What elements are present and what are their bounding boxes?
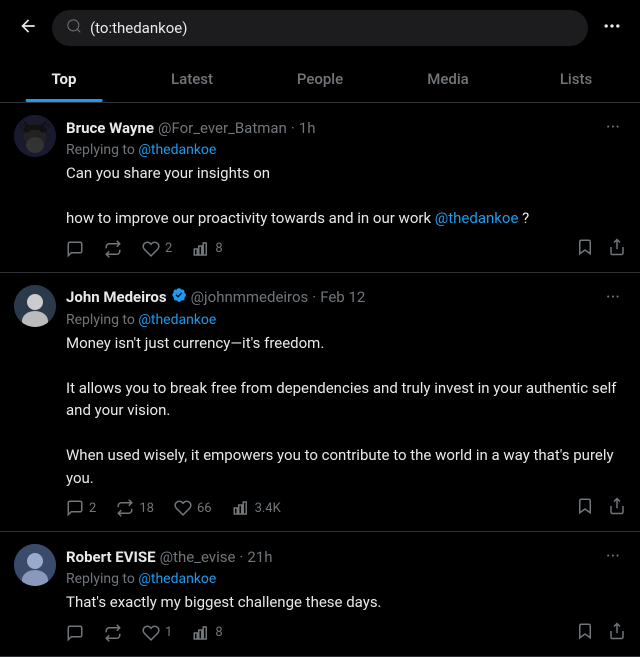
bookmark-button[interactable] xyxy=(576,622,594,644)
verified-badge xyxy=(171,287,187,307)
display-name: Robert EVISE xyxy=(66,548,156,566)
replying-to: Replying to @thedankoe xyxy=(66,312,626,328)
tweet-header: Robert EVISE @the_evise · 21h ··· xyxy=(66,544,626,569)
tweet-card: John Medeiros @johnmmedeiros · Feb 12 ··… xyxy=(0,273,640,533)
tweet-time: 1h xyxy=(299,119,316,137)
views-button[interactable]: 8 xyxy=(192,624,222,642)
retweet-button[interactable]: 18 xyxy=(116,499,154,517)
tweet-text: Can you share your insights on how to im… xyxy=(66,162,626,230)
tweet-meta: John Medeiros @johnmmedeiros · Feb 12 xyxy=(66,287,365,307)
retweet-button[interactable] xyxy=(104,624,122,642)
tweet-text: That's exactly my biggest challenge thes… xyxy=(66,591,626,614)
username: @For_ever_Batman xyxy=(158,119,287,137)
tweet-card: Robert EVISE @the_evise · 21h ··· Replyi… xyxy=(0,532,640,657)
more-options-button[interactable] xyxy=(598,12,626,45)
tweet-more-button[interactable]: ··· xyxy=(600,115,626,140)
retweet-button[interactable] xyxy=(104,240,122,258)
tweet-share-actions xyxy=(576,622,626,644)
header: (to:thedankoe) xyxy=(0,0,640,56)
share-button[interactable] xyxy=(608,238,626,260)
username: @the_evise xyxy=(160,548,236,566)
tweet-actions: 2 8 xyxy=(66,238,626,260)
avatar xyxy=(14,544,56,586)
like-button[interactable]: 2 xyxy=(142,240,172,258)
tweet-share-actions xyxy=(576,238,626,260)
views-button[interactable]: 8 xyxy=(192,240,222,258)
share-button[interactable] xyxy=(608,622,626,644)
reply-button[interactable]: 2 xyxy=(66,499,96,517)
reply-button[interactable] xyxy=(66,240,84,258)
search-bar[interactable]: (to:thedankoe) xyxy=(52,10,588,46)
tweet-time: Feb 12 xyxy=(320,288,365,306)
back-button[interactable] xyxy=(14,12,42,45)
like-button[interactable]: 1 xyxy=(142,624,172,642)
tab-media[interactable]: Media xyxy=(384,56,512,102)
tweet-card: Bruce Wayne @For_ever_Batman · 1h ··· Re… xyxy=(0,103,640,273)
display-name: Bruce Wayne xyxy=(66,119,154,137)
avatar xyxy=(14,285,56,327)
bookmark-button[interactable] xyxy=(576,238,594,260)
tweet-meta: Robert EVISE @the_evise · 21h xyxy=(66,548,272,566)
bookmark-button[interactable] xyxy=(576,497,594,519)
tweet-header: John Medeiros @johnmmedeiros · Feb 12 ··… xyxy=(66,285,626,310)
tabs-bar: Top Latest People Media Lists xyxy=(0,56,640,103)
tweet-more-button[interactable]: ··· xyxy=(600,544,626,569)
tweet-share-actions xyxy=(576,497,626,519)
tab-latest[interactable]: Latest xyxy=(128,56,256,102)
tweet-body: Robert EVISE @the_evise · 21h ··· Replyi… xyxy=(66,544,626,644)
tweet-actions: 1 8 xyxy=(66,622,626,644)
tab-top[interactable]: Top xyxy=(0,56,128,102)
search-icon xyxy=(66,18,82,38)
tweet-body: John Medeiros @johnmmedeiros · Feb 12 ··… xyxy=(66,285,626,520)
tweet-actions: 2 18 66 3.4K xyxy=(66,497,626,519)
display-name: John Medeiros xyxy=(66,288,167,306)
tab-lists[interactable]: Lists xyxy=(512,56,640,102)
tweet-text: Money isn't just currency—it's freedom. … xyxy=(66,332,626,490)
username: @johnmmedeiros xyxy=(191,288,309,306)
tweet-more-button[interactable]: ··· xyxy=(600,285,626,310)
tweet-meta: Bruce Wayne @For_ever_Batman · 1h xyxy=(66,119,315,137)
views-button[interactable]: 3.4K xyxy=(232,499,281,517)
like-button[interactable]: 66 xyxy=(174,499,212,517)
share-button[interactable] xyxy=(608,497,626,519)
tab-people[interactable]: People xyxy=(256,56,384,102)
tweet-body: Bruce Wayne @For_ever_Batman · 1h ··· Re… xyxy=(66,115,626,260)
search-query: (to:thedankoe) xyxy=(90,19,187,37)
tweet-time: 21h xyxy=(247,548,272,566)
reply-button[interactable] xyxy=(66,624,84,642)
avatar xyxy=(14,115,56,157)
replying-to: Replying to @thedankoe xyxy=(66,142,626,158)
replying-to: Replying to @thedankoe xyxy=(66,571,626,587)
tweet-header: Bruce Wayne @For_ever_Batman · 1h ··· xyxy=(66,115,626,140)
